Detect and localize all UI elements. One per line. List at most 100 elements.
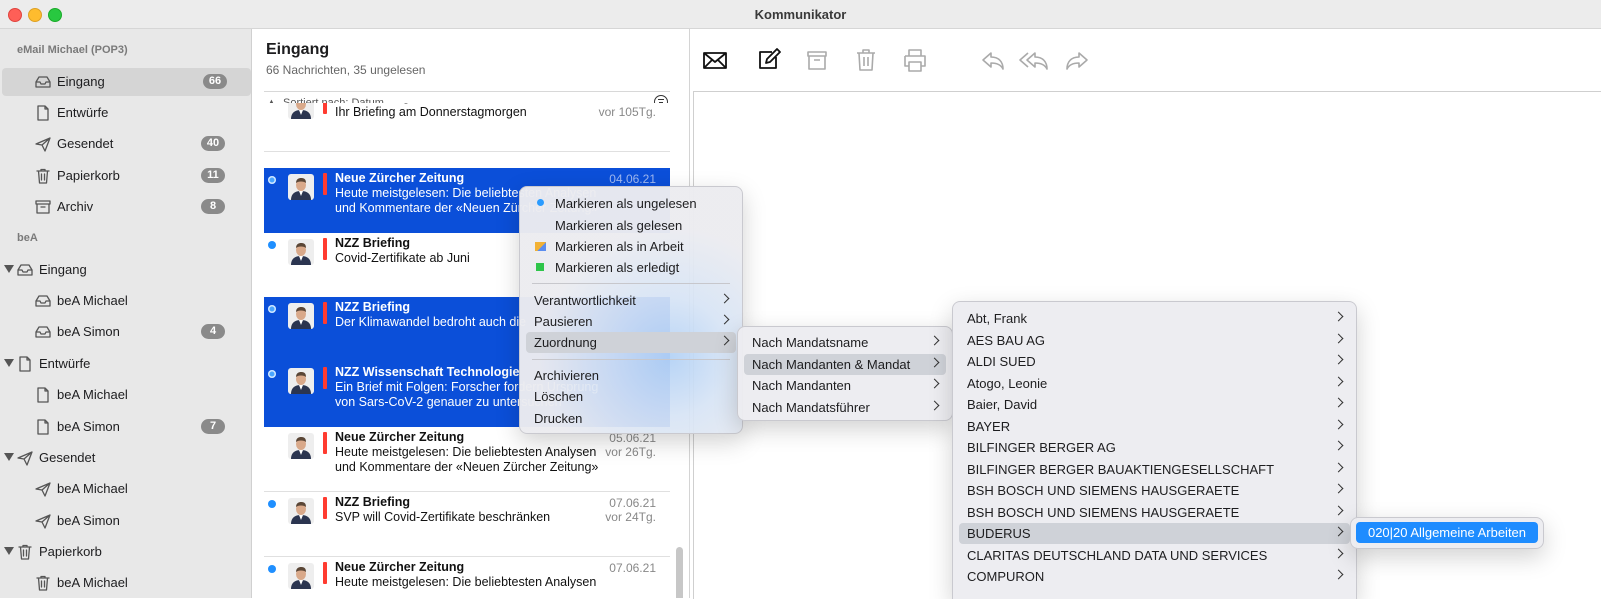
message-row[interactable]: Neue Zürcher Zeitung Heute meistgelesen: …: [264, 427, 670, 492]
sidebar-folder[interactable]: beA Michael: [0, 475, 251, 503]
menu-item-by-mandate-name[interactable]: Nach Mandatsname: [744, 332, 946, 353]
sidebar-folder[interactable]: Papierkorb 11: [0, 162, 251, 190]
unread-count-badge: 8: [201, 199, 225, 214]
avatar: [288, 498, 314, 524]
unread-dot-icon: [537, 199, 544, 206]
sidebar-folder[interactable]: beA Simon 4: [0, 318, 251, 346]
reply-all-icon[interactable]: [1018, 44, 1050, 76]
disclosure-triangle-icon[interactable]: [4, 359, 14, 367]
message-sender: NZZ Briefing: [335, 300, 410, 314]
sidebar-folder[interactable]: beA Michael: [0, 569, 251, 597]
sidebar-folder-label: Papierkorb: [39, 544, 102, 559]
unread-dot-icon: [268, 370, 276, 378]
menu-item-archive[interactable]: Archivieren: [526, 365, 736, 386]
message-row[interactable]: NZZ Briefing SVP will Covid-Zertifikate b…: [264, 492, 670, 557]
reply-icon[interactable]: [977, 44, 1009, 76]
print-icon[interactable]: [899, 44, 931, 76]
menu-item-print[interactable]: Drucken: [526, 408, 736, 429]
menu-item-client[interactable]: BSH BOSCH UND SIEMENS HAUSGERAETE: [959, 502, 1350, 523]
flag-marker: [323, 432, 327, 454]
menu-item-client[interactable]: Abt, Frank: [959, 308, 1350, 329]
menu-item-mark-unread[interactable]: Markieren als ungelesen: [526, 193, 736, 214]
sidebar-folder[interactable]: Entwürfe: [0, 350, 251, 378]
menu-item-mark-read[interactable]: Markieren als gelesen: [526, 215, 736, 236]
message-age: vor 26Tg.: [605, 445, 656, 459]
menu-item-client[interactable]: BSH BOSCH UND SIEMENS HAUSGERAETE: [959, 480, 1350, 501]
sidebar-folder[interactable]: Entwürfe: [0, 99, 251, 127]
sidebar-folder-label: Gesendet: [57, 136, 114, 151]
menu-item-client[interactable]: Baier, David: [959, 394, 1350, 415]
sidebar-folder[interactable]: beA Simon 7: [0, 413, 251, 441]
compose-icon[interactable]: [752, 44, 784, 76]
menu-item-responsibility[interactable]: Verantwortlichkeit: [526, 290, 736, 311]
message-date: 07.06.21: [609, 561, 656, 575]
menu-item-client[interactable]: BUDERUS: [959, 523, 1350, 544]
trash-icon[interactable]: [850, 44, 882, 76]
menu-item-mark-in-progress[interactable]: Markieren als in Arbeit: [526, 236, 736, 257]
message-date-value: 04.06.21: [609, 172, 656, 186]
sidebar-folder-label: beA Michael: [57, 293, 128, 308]
sidebar-folder[interactable]: Gesendet 40: [0, 130, 251, 158]
sidebar-folder[interactable]: Eingang: [0, 256, 251, 284]
document-icon: [16, 355, 34, 373]
chevron-right-icon: [1333, 419, 1344, 429]
flag-marker: [323, 562, 327, 584]
unread-dot-icon: [268, 241, 276, 249]
chevron-right-icon: [1333, 397, 1344, 408]
sidebar-folder-label: beA Simon: [57, 419, 120, 434]
chevron-right-icon: [719, 335, 730, 346]
chevron-right-icon: [1333, 526, 1344, 537]
sidebar-folder-label: Papierkorb: [57, 168, 120, 183]
sidebar-folder[interactable]: Gesendet: [0, 444, 251, 472]
menu-item-client[interactable]: BILFINGER BERGER BAUAKTIENGESELLSCHAFT: [959, 459, 1350, 480]
menu-item-mark-done[interactable]: Markieren als erledigt: [526, 257, 736, 278]
chevron-right-icon: [1333, 548, 1344, 558]
message-sender: Neue Zürcher Zeitung: [335, 171, 465, 185]
menu-item-client[interactable]: ALDI SUED: [959, 351, 1350, 372]
pencil-icon: [535, 242, 546, 251]
scrollbar-thumb[interactable]: [676, 547, 683, 598]
menu-item-client[interactable]: BILFINGER BERGER AG: [959, 437, 1350, 458]
menu-item-client[interactable]: BAYER: [959, 416, 1350, 437]
sidebar-folder-label: beA Michael: [57, 481, 128, 496]
unread-dot-icon: [268, 305, 276, 313]
menu-item-client[interactable]: COMPURON: [959, 566, 1350, 587]
menu-item-client[interactable]: Atogo, Leonie: [959, 373, 1350, 394]
menu-item-client[interactable]: AES BAU AG: [959, 330, 1350, 351]
archive-icon[interactable]: [801, 44, 833, 76]
sidebar-folder[interactable]: beA Simon: [0, 507, 251, 535]
disclosure-triangle-icon[interactable]: [4, 265, 14, 273]
menu-item-assignment[interactable]: Zuordnung: [526, 332, 736, 353]
chevron-right-icon: [929, 335, 940, 346]
unread-count-badge: 7: [201, 419, 225, 434]
message-sender: Neue Zürcher Zeitung: [335, 430, 465, 444]
menu-item-delete[interactable]: Löschen: [526, 386, 736, 407]
sidebar-folder[interactable]: Archiv 8: [0, 193, 251, 221]
flag-marker: [323, 173, 327, 195]
document-icon: [34, 386, 52, 404]
chevron-right-icon: [1333, 376, 1344, 386]
sidebar-folder[interactable]: beA Michael: [0, 287, 251, 315]
forward-icon[interactable]: [1061, 44, 1093, 76]
chevron-right-icon: [719, 314, 730, 325]
disclosure-triangle-icon[interactable]: [4, 453, 14, 461]
unread-dot-icon: [268, 176, 276, 184]
folder-summary: 66 Nachrichten, 35 ungelesen: [266, 63, 426, 77]
chevron-right-icon: [929, 357, 940, 368]
envelope-icon[interactable]: [699, 44, 731, 76]
folder-title: Eingang: [266, 41, 330, 58]
flag-marker: [323, 302, 327, 324]
menu-item-mandate[interactable]: 020|20 Allgemeine Arbeiten: [1356, 522, 1538, 543]
message-row[interactable]: Neue Zürcher Zeitung Heute meistgelesen: …: [264, 557, 670, 598]
menu-item-pause[interactable]: Pausieren: [526, 311, 736, 332]
menu-item-by-client[interactable]: Nach Mandanten: [744, 375, 946, 396]
trash-icon: [34, 167, 52, 185]
sidebar-folder[interactable]: beA Michael: [0, 381, 251, 409]
menu-item-by-mandate-lead[interactable]: Nach Mandatsführer: [744, 397, 946, 418]
menu-item-client[interactable]: CLARITAS DEUTSCHLAND DATA UND SERVICES: [959, 545, 1350, 566]
disclosure-triangle-icon[interactable]: [4, 547, 14, 555]
menu-item-by-client-and-mandate[interactable]: Nach Mandanten & Mandat: [744, 354, 946, 375]
sidebar-folder[interactable]: Eingang 66: [2, 68, 251, 96]
sidebar-folder[interactable]: Papierkorb: [0, 538, 251, 566]
sidebar-folder-label: beA Simon: [57, 513, 120, 528]
